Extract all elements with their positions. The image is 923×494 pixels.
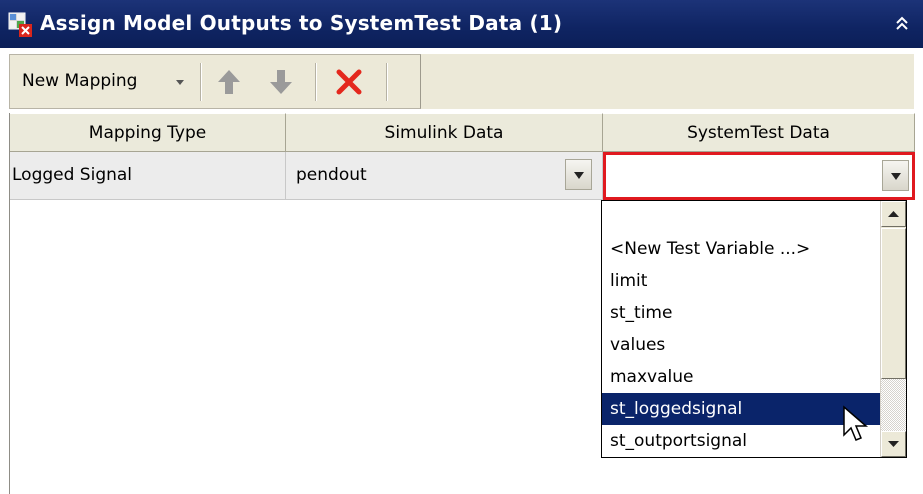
mapping-table-icon bbox=[8, 12, 32, 37]
table-row[interactable]: Logged Signal pendout bbox=[10, 152, 915, 200]
mapping-type-value: Logged Signal bbox=[12, 165, 133, 185]
dropdown-scrollbar[interactable] bbox=[880, 201, 906, 457]
arrow-down-icon[interactable] bbox=[268, 68, 294, 96]
toolbar: New Mapping bbox=[9, 54, 914, 109]
systemtest-data-dropdown-button[interactable] bbox=[882, 160, 909, 191]
scroll-up-button[interactable] bbox=[881, 201, 906, 227]
chevron-down-icon bbox=[574, 172, 584, 179]
window-title: Assign Model Outputs to SystemTest Data … bbox=[40, 11, 563, 35]
systemtest-data-combo[interactable] bbox=[603, 152, 915, 200]
chevron-down-icon bbox=[888, 441, 899, 447]
mouse-pointer-icon bbox=[843, 405, 869, 441]
dropdown-option[interactable]: values bbox=[602, 329, 880, 361]
scroll-track-area[interactable] bbox=[881, 379, 906, 431]
column-header-simulink-data[interactable]: Simulink Data bbox=[286, 113, 603, 152]
toolbar-separator bbox=[315, 63, 317, 101]
dropdown-option[interactable]: limit bbox=[602, 265, 880, 297]
scroll-thumb[interactable] bbox=[881, 228, 906, 379]
dropdown-option[interactable]: <New Test Variable ...> bbox=[602, 233, 880, 265]
toolbar-frame: New Mapping bbox=[9, 54, 421, 109]
systemtest-data-dropdown-list[interactable]: <New Test Variable ...> limit st_time va… bbox=[601, 200, 907, 458]
simulink-data-dropdown-button[interactable] bbox=[565, 159, 592, 190]
column-header-systemtest-data[interactable]: SystemTest Data bbox=[603, 113, 915, 152]
simulink-data-value: pendout bbox=[296, 165, 367, 185]
new-mapping-button[interactable]: New Mapping bbox=[22, 55, 204, 108]
dropdown-option-selected[interactable]: st_loggedsignal bbox=[602, 393, 880, 425]
dropdown-option[interactable]: st_outportsignal bbox=[602, 425, 880, 457]
column-header-mapping-type[interactable]: Mapping Type bbox=[10, 113, 286, 152]
dropdown-option[interactable] bbox=[602, 201, 880, 233]
chevron-up-icon bbox=[888, 211, 899, 217]
window-titlebar: Assign Model Outputs to SystemTest Data … bbox=[0, 0, 923, 48]
simulink-data-combo[interactable]: pendout bbox=[286, 152, 603, 200]
scroll-down-button[interactable] bbox=[881, 431, 906, 457]
double-chevron-up-icon[interactable] bbox=[895, 15, 909, 33]
mapping-type-cell[interactable]: Logged Signal bbox=[10, 152, 286, 200]
toolbar-separator bbox=[200, 63, 202, 101]
new-mapping-label: New Mapping bbox=[22, 71, 138, 91]
dropdown-option[interactable]: st_time bbox=[602, 297, 880, 329]
dropdown-option[interactable]: maxvalue bbox=[602, 361, 880, 393]
arrow-up-icon[interactable] bbox=[216, 68, 242, 96]
toolbar-separator bbox=[386, 63, 388, 101]
chevron-down-icon bbox=[891, 173, 901, 180]
chevron-down-icon bbox=[176, 80, 184, 85]
red-x-delete-icon[interactable] bbox=[335, 68, 363, 96]
